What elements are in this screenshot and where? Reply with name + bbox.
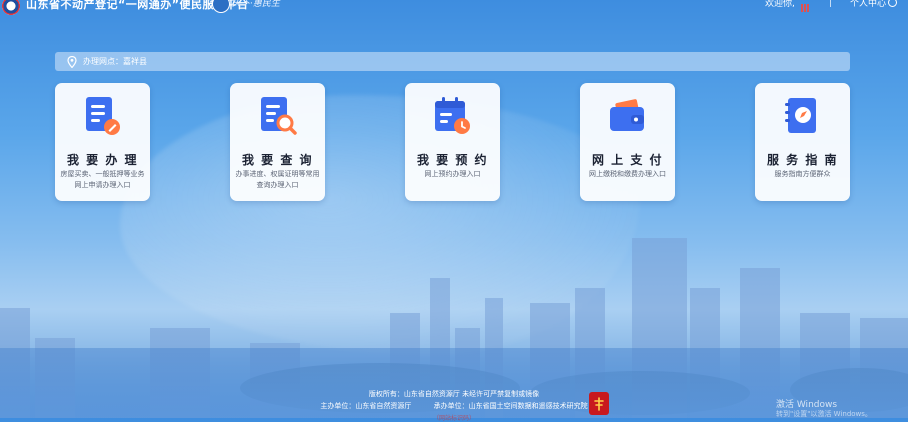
card-payment-desc: 网上缴税和缴费办理入口 — [589, 170, 666, 178]
card-apply-title: 我 要 办 理 — [66, 153, 139, 167]
card-guide-title: 服 务 指 南 — [766, 153, 839, 167]
guide-book-icon — [785, 98, 816, 133]
footer-copyright: 版权所有：山东省自然资源厅 未经许可严禁复制或镜像 — [368, 390, 540, 398]
card-guide-desc: 服务指南方便群众 — [774, 170, 831, 178]
card-apply[interactable]: 我 要 办 理 房屋买卖、一般抵押等业务网上申请办理入口 — [55, 83, 150, 201]
user-icon — [888, 0, 898, 7]
card-query[interactable]: 我 要 查 询 办事进度、权属证明等常用查询办理入口 — [230, 83, 325, 201]
wallet-icon — [610, 99, 644, 131]
location-text: 办理网点：嘉祥县 — [83, 57, 147, 66]
personal-center-link[interactable]: 个人中心 — [850, 0, 898, 9]
location-pin-icon — [67, 55, 77, 68]
document-pen-icon — [86, 97, 120, 135]
gov-website-badge[interactable] — [589, 392, 609, 415]
footer-undertaker: 承办单位：山东省国土空间数据和遥感技术研究院 — [433, 402, 588, 410]
card-payment[interactable]: 网 上 支 付 网上缴税和缴费办理入口 — [580, 83, 675, 201]
slogan-text: 天下·惠民生 — [232, 0, 280, 9]
card-query-title: 我 要 查 询 — [241, 153, 314, 167]
card-guide[interactable]: 服 务 指 南 服务指南方便群众 — [755, 83, 850, 201]
party-gov-icon — [594, 396, 604, 411]
service-location-bar[interactable]: 办理网点：嘉祥县 — [55, 52, 850, 71]
personal-center-label: 个人中心 — [850, 0, 887, 9]
document-search-icon — [261, 97, 297, 135]
card-appointment-title: 我 要 预 约 — [416, 153, 489, 167]
card-appointment[interactable]: 我 要 预 约 网上预约办理入口 — [405, 83, 500, 201]
calendar-clock-icon — [435, 97, 470, 134]
footer-sponsor: 主办单位：山东省自然资源厅 — [320, 402, 412, 410]
welcome-text: 欢迎你, — [765, 0, 795, 9]
card-apply-desc: 房屋买卖、一般抵押等业务网上申请办理入口 — [60, 170, 145, 189]
card-payment-title: 网 上 支 付 — [591, 153, 664, 167]
card-appointment-desc: 网上预约办理入口 — [424, 170, 481, 178]
header-divider — [830, 0, 831, 7]
footer-organizations: 主办单位：山东省自然资源厅 承办单位：山东省国土空间数据和遥感技术研究院 — [0, 401, 908, 411]
card-query-desc: 办事进度、权属证明等常用查询办理入口 — [235, 170, 320, 189]
user-name-redacted — [801, 0, 813, 12]
emblem-icon — [2, 0, 20, 15]
top-header: 山东省不动产登记“一网通办”便民服务平台 天下·惠民生 欢迎你, 个人中心 — [0, 0, 908, 18]
